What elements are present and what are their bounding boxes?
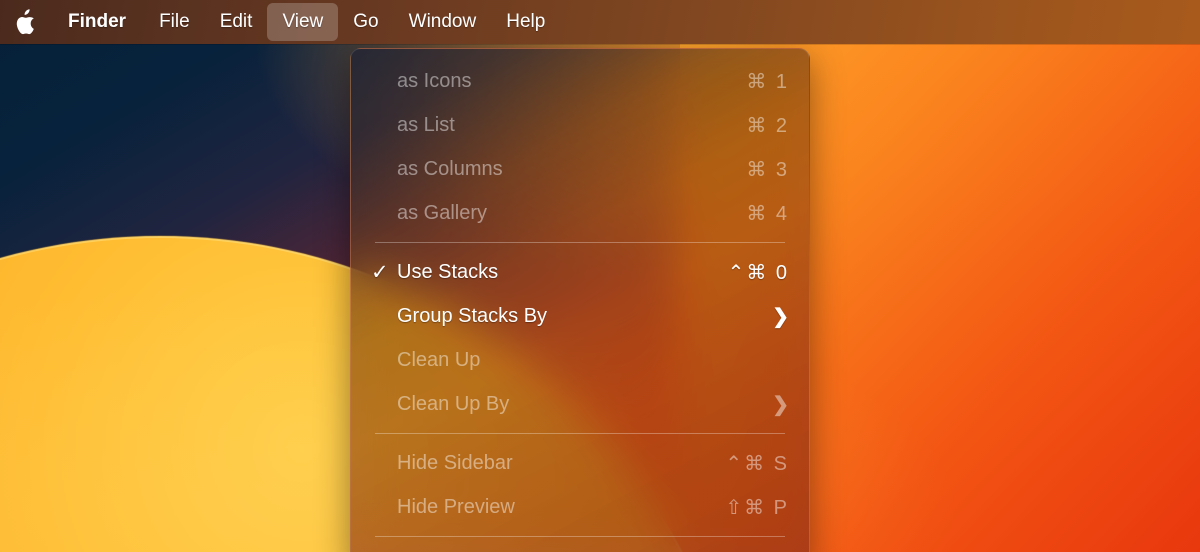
menu-item-label: Clean Up By bbox=[397, 392, 510, 415]
menu-item-clean-up: Clean Up bbox=[351, 338, 809, 382]
menu-bar-item-view[interactable]: View bbox=[267, 3, 339, 41]
apple-logo-icon[interactable] bbox=[0, 0, 54, 44]
menu-item-shortcut: ⌘ 4 bbox=[746, 202, 789, 225]
menu-separator bbox=[375, 242, 785, 243]
menu-bar-item-label: View bbox=[282, 11, 324, 32]
submenu-chevron-right-icon: ❯ bbox=[772, 393, 789, 416]
menu-item-label: as Icons bbox=[397, 69, 472, 92]
menu-bar-item-label: Window bbox=[408, 11, 477, 32]
menu-item-label: Use Stacks bbox=[397, 260, 499, 283]
menu-bar-item-window[interactable]: Window bbox=[394, 3, 492, 41]
menu-item-shortcut: ⌘ 3 bbox=[746, 158, 789, 181]
menu-bar-item-file[interactable]: File bbox=[144, 3, 205, 41]
menu-bar-item-go[interactable]: Go bbox=[338, 3, 393, 41]
menu-bar-item-edit[interactable]: Edit bbox=[205, 3, 268, 41]
menu-bar-item-label: File bbox=[159, 11, 190, 32]
checkmark-icon: ✓ bbox=[371, 260, 389, 284]
menu-item-as-icons: as Icons ⌘ 1 bbox=[351, 59, 809, 103]
menu-item-shortcut: ⌃⌘ S bbox=[725, 452, 789, 475]
menu-bar-item-help[interactable]: Help bbox=[491, 3, 560, 41]
menu-item-shortcut: ⇧⌘ P bbox=[725, 496, 789, 519]
menu-bar-item-label: Finder bbox=[68, 11, 127, 32]
menu-separator bbox=[375, 536, 785, 537]
menu-item-label: as List bbox=[397, 113, 455, 136]
menu-item-shortcut: ⌘ 2 bbox=[746, 114, 789, 137]
menu-item-as-gallery: as Gallery ⌘ 4 bbox=[351, 191, 809, 235]
menu-item-clean-up-by: Clean Up By ❯ bbox=[351, 382, 809, 426]
submenu-chevron-right-icon: ❯ bbox=[772, 305, 789, 328]
menu-bar-item-label: Help bbox=[506, 11, 546, 32]
menu-item-label: Group Stacks By bbox=[397, 304, 548, 327]
menu-item-label: as Gallery bbox=[397, 201, 488, 224]
menu-item-shortcut: ⌃⌘ 0 bbox=[727, 261, 789, 284]
menu-bar-item-finder[interactable]: Finder bbox=[54, 3, 144, 41]
menu-item-group-stacks-by[interactable]: Group Stacks By ❯ bbox=[351, 294, 809, 338]
menu-bar-item-label: Go bbox=[353, 11, 379, 32]
menu-item-hide-sidebar: Hide Sidebar ⌃⌘ S bbox=[351, 441, 809, 485]
menu-item-as-list: as List ⌘ 2 bbox=[351, 103, 809, 147]
menu-item-use-stacks[interactable]: ✓ Use Stacks ⌃⌘ 0 bbox=[351, 250, 809, 294]
menu-item-hide-preview: Hide Preview ⇧⌘ P bbox=[351, 485, 809, 529]
menu-item-label: Hide Preview bbox=[397, 495, 515, 518]
menu-item-label: Hide Sidebar bbox=[397, 451, 513, 474]
menu-bar-item-label: Edit bbox=[219, 11, 253, 32]
menu-item-as-columns: as Columns ⌘ 3 bbox=[351, 147, 809, 191]
view-dropdown-menu: as Icons ⌘ 1 as List ⌘ 2 as Columns ⌘ 3 as Gal… bbox=[350, 48, 810, 552]
menu-bar: Finder File Edit View Go Window Help bbox=[0, 0, 1200, 44]
menu-item-label: as Columns bbox=[397, 157, 503, 180]
menu-item-shortcut: ⌘ 1 bbox=[746, 70, 789, 93]
menu-separator bbox=[375, 433, 785, 434]
menu-item-label: Clean Up bbox=[397, 348, 481, 371]
